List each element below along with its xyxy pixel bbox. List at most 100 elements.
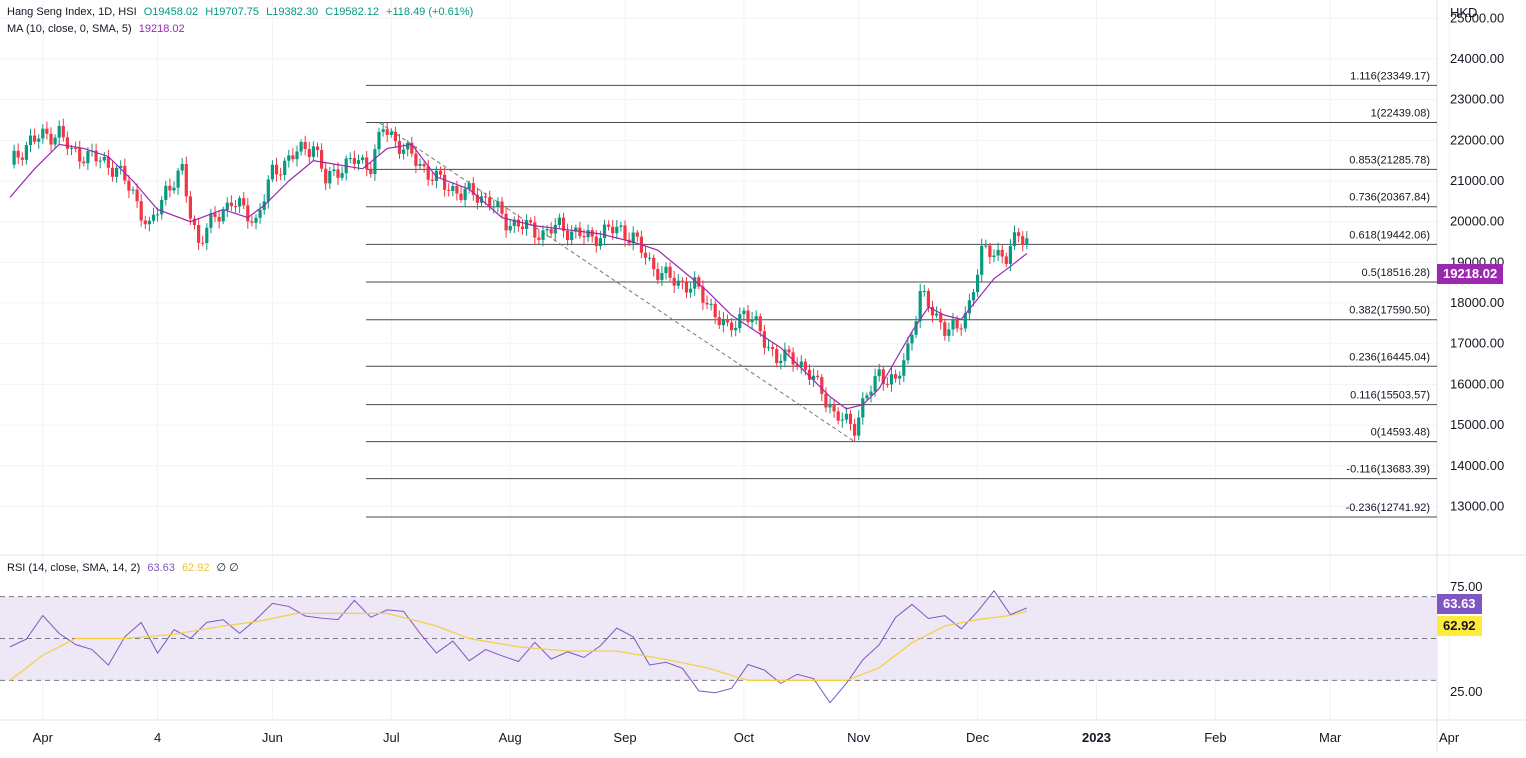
candle-body bbox=[381, 129, 385, 132]
fib-level-label: 0.382(17590.50) bbox=[1349, 305, 1430, 317]
candle-body bbox=[102, 156, 106, 161]
candle-body bbox=[213, 213, 217, 217]
fib-level-label: -0.236(12741.92) bbox=[1346, 502, 1430, 514]
candle-body bbox=[500, 201, 504, 214]
candle-body bbox=[127, 180, 131, 191]
candle-body bbox=[709, 303, 713, 305]
candle-body bbox=[664, 266, 668, 274]
candle-body bbox=[443, 174, 447, 190]
candle-body bbox=[754, 316, 758, 320]
candle-body bbox=[775, 349, 779, 364]
fib-level-label: 0.116(15503.57) bbox=[1350, 390, 1430, 402]
close-value: C19582.12 bbox=[325, 6, 379, 18]
ma-label: MA (10, close, 0, SMA, 5) bbox=[7, 23, 132, 35]
candle-body bbox=[611, 226, 615, 234]
candle-body bbox=[188, 196, 192, 219]
candle-body bbox=[24, 145, 28, 160]
time-axis-tick: Sep bbox=[613, 730, 636, 745]
time-axis-tick: Jul bbox=[383, 730, 400, 745]
price-axis-tick: 20000.00 bbox=[1450, 214, 1504, 229]
candle-body bbox=[541, 230, 545, 240]
candle-body bbox=[41, 128, 45, 139]
candle-body bbox=[508, 225, 512, 231]
candle-body bbox=[717, 317, 721, 326]
candle-body bbox=[939, 313, 943, 323]
candle-body bbox=[848, 413, 853, 424]
candle-body bbox=[951, 319, 955, 330]
fib-level-label: -0.116(13683.39) bbox=[1346, 464, 1430, 476]
ma-legend: MA (10, close, 0, SMA, 5) 19218.02 bbox=[7, 22, 189, 36]
candle-body bbox=[340, 173, 344, 178]
candle-body bbox=[447, 189, 451, 191]
candle-body bbox=[176, 170, 180, 188]
candle-body bbox=[684, 282, 689, 293]
rsi-extra: ∅ ∅ bbox=[216, 562, 239, 574]
candle-body bbox=[672, 277, 676, 286]
candle-body bbox=[33, 135, 37, 142]
candle-body bbox=[254, 217, 258, 223]
candle-body bbox=[996, 249, 1000, 256]
candle-body bbox=[873, 376, 877, 392]
candle-body bbox=[557, 217, 561, 225]
candle-body bbox=[131, 189, 135, 191]
candle-body bbox=[668, 266, 672, 278]
candle-body bbox=[361, 157, 365, 161]
candle-body bbox=[438, 170, 443, 175]
candle-body bbox=[861, 398, 865, 418]
candle-body bbox=[935, 313, 939, 316]
candle-body bbox=[45, 128, 49, 134]
candle-body bbox=[566, 230, 570, 241]
candle-body bbox=[160, 199, 164, 215]
candle-body bbox=[660, 273, 664, 280]
candle-body bbox=[943, 322, 947, 336]
candle-body bbox=[414, 153, 418, 166]
candle-body bbox=[352, 158, 356, 164]
candle-body bbox=[840, 419, 844, 421]
candle-body bbox=[332, 169, 336, 172]
candle-body bbox=[533, 222, 537, 238]
price-axis-tick: 22000.00 bbox=[1450, 132, 1504, 147]
candle-body bbox=[1021, 236, 1025, 246]
candle-body bbox=[598, 238, 602, 247]
candle-body bbox=[725, 318, 730, 323]
open-value: O19458.02 bbox=[143, 6, 199, 18]
candle-body bbox=[406, 142, 410, 150]
candle-body bbox=[37, 138, 41, 142]
candle-body bbox=[1012, 232, 1017, 246]
candle-body bbox=[221, 210, 225, 222]
candle-body bbox=[771, 347, 775, 350]
candle-body bbox=[594, 236, 598, 247]
candle-body bbox=[320, 150, 324, 169]
time-axis-tick: Oct bbox=[734, 730, 755, 745]
candle-body bbox=[955, 319, 959, 329]
candle-body bbox=[311, 146, 315, 157]
candle-body bbox=[385, 129, 389, 135]
candle-body bbox=[266, 179, 270, 202]
fib-level-label: 0.618(19442.06) bbox=[1349, 229, 1430, 241]
candle-body bbox=[1000, 249, 1004, 257]
candle-body bbox=[82, 161, 86, 164]
candle-body bbox=[959, 328, 963, 330]
candle-body bbox=[910, 334, 914, 344]
candle-body bbox=[16, 150, 20, 158]
candle-body bbox=[315, 146, 320, 151]
candle-body bbox=[336, 169, 340, 178]
candle-body bbox=[20, 157, 24, 160]
candle-body bbox=[180, 163, 184, 171]
candle-body bbox=[836, 411, 840, 421]
candle-body bbox=[422, 163, 426, 167]
candle-body bbox=[459, 193, 463, 200]
candle-body bbox=[172, 187, 176, 191]
candle-body bbox=[865, 395, 869, 399]
candle-body bbox=[902, 360, 906, 376]
candle-body bbox=[984, 245, 988, 247]
candle-body bbox=[992, 255, 996, 258]
candle-body bbox=[324, 168, 328, 184]
candle-body bbox=[65, 137, 69, 149]
candle-body bbox=[151, 214, 156, 221]
candle-body bbox=[529, 220, 533, 223]
candle-body bbox=[156, 214, 160, 216]
price-axis-tick: 13000.00 bbox=[1450, 498, 1504, 513]
candle-body bbox=[242, 198, 246, 206]
price-axis-tick: 21000.00 bbox=[1450, 173, 1504, 188]
